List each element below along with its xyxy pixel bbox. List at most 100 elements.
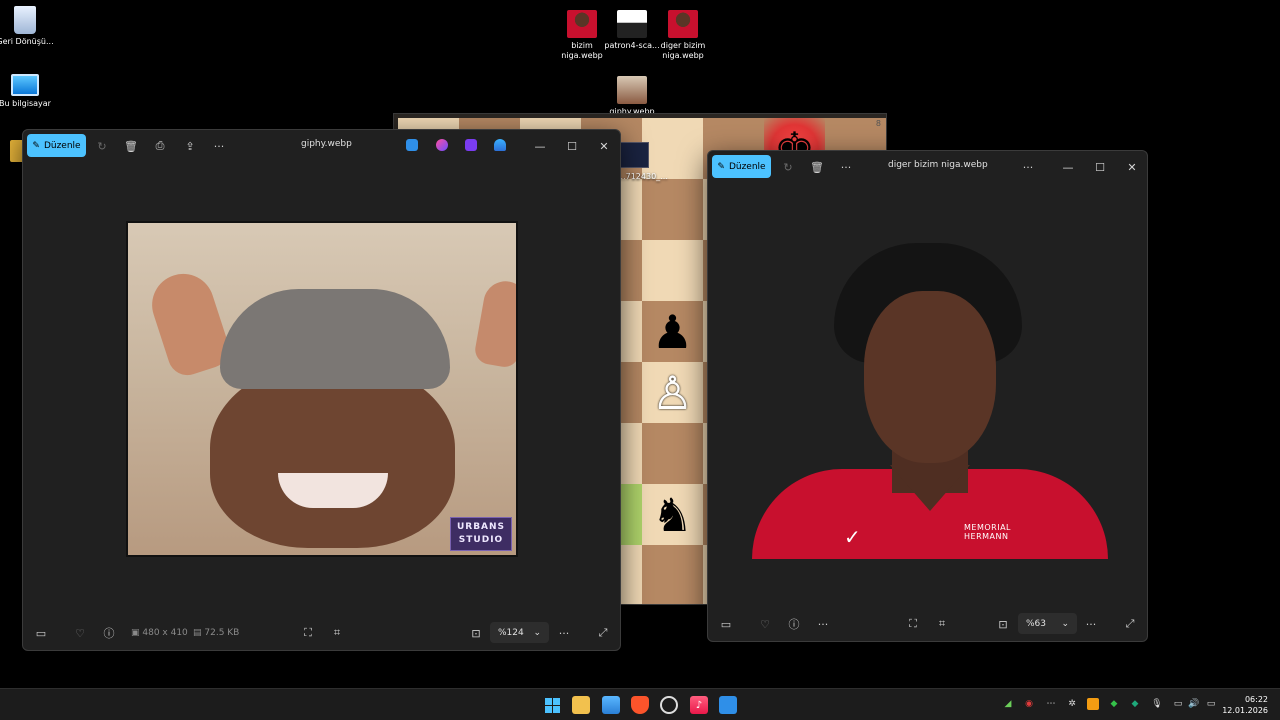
chess-square[interactable] (642, 423, 703, 484)
fit-to-window-icon[interactable]: ⊡ (468, 625, 484, 641)
edit-icon: ✎ (32, 140, 40, 151)
chess-square[interactable]: ♙ (642, 362, 703, 423)
fullscreen-icon[interactable]: ⤢ (1122, 616, 1138, 632)
title-bar[interactable]: ✎ Düzenle ↻ 🗑 ⎙ ⇪ ··· giphy.webp — ☐ ✕ (23, 130, 620, 162)
edit-icon: ✎ (717, 161, 725, 172)
visual-search-icon[interactable]: ⌗ (329, 625, 345, 641)
desktop-thumbnail-overlay[interactable] (617, 142, 649, 168)
onedrive-icon[interactable] (494, 139, 506, 151)
crop-icon[interactable]: ⛶ (300, 625, 316, 641)
chatgpt-icon[interactable] (660, 696, 678, 714)
computer-icon (11, 74, 39, 96)
chevron-down-icon: ⌄ (533, 627, 541, 638)
image-thumbnail-icon (617, 10, 647, 38)
tray-app-icon[interactable]: ✲ (1066, 698, 1078, 710)
zoom-dropdown[interactable]: %63 ⌄ (1018, 613, 1077, 634)
chess-square[interactable] (642, 240, 703, 301)
print-icon[interactable]: ⎙ (152, 138, 168, 154)
clock-time: 06:22 (1244, 695, 1268, 704)
minimize-button[interactable]: — (529, 136, 551, 156)
tray-app-icon[interactable]: ◉ (1023, 698, 1035, 710)
chess-square[interactable] (642, 118, 703, 179)
tray-app-icon[interactable]: ⋯ (1045, 698, 1057, 710)
clipchamp-icon[interactable] (465, 139, 477, 151)
image-thumbnail-icon (617, 76, 647, 104)
apple-music-icon[interactable]: ♪ (690, 696, 708, 714)
photos-app-icon[interactable] (602, 696, 620, 714)
file-size-icon: ▤ (193, 628, 205, 638)
black-knight-piece[interactable]: ♞ (652, 492, 693, 538)
image-thumbnail-icon (567, 10, 597, 38)
desktop-icon-giphy[interactable]: giphy.webp (600, 76, 664, 117)
close-button[interactable]: ✕ (593, 136, 615, 156)
chess-square[interactable]: ♞ (642, 484, 703, 545)
more-icon[interactable]: ··· (838, 159, 854, 175)
microphone-icon[interactable]: 🎙 (1151, 698, 1163, 710)
filmstrip-icon[interactable]: ▭ (718, 616, 734, 632)
crop-icon[interactable]: ⛶ (905, 616, 921, 632)
tray-app-icon[interactable]: ◆ (1129, 698, 1141, 710)
dimensions-icon: ▣ (131, 628, 143, 638)
desktop-icon-diger-bizim-niga[interactable]: diger bizim niga.webp (651, 10, 715, 61)
image-hand-right (472, 277, 516, 370)
chess-square[interactable] (642, 179, 703, 240)
more-icon[interactable]: ··· (815, 616, 831, 632)
edit-button[interactable]: ✎ Düzenle (27, 134, 86, 157)
edit-button[interactable]: ✎ Düzenle (712, 155, 771, 178)
battery-icon[interactable]: ▭ (1205, 698, 1217, 710)
tray-app-icon[interactable] (1087, 698, 1099, 710)
windows-logo-icon (544, 697, 560, 713)
more-icon[interactable]: ··· (1083, 616, 1099, 632)
share-icon[interactable]: ⇪ (182, 138, 198, 154)
rotate-icon[interactable]: ↻ (94, 138, 110, 154)
black-pawn-piece[interactable]: ♟ (652, 309, 693, 355)
info-icon[interactable]: ⓘ (786, 616, 802, 632)
visual-search-icon[interactable]: ⌗ (934, 616, 950, 632)
photos-window-diger[interactable]: ✎ Düzenle ↻ 🗑 ··· diger bizim niga.webp … (707, 150, 1148, 642)
delete-icon[interactable]: 🗑 (809, 159, 825, 175)
network-icon[interactable]: ▭ (1172, 698, 1184, 710)
fullscreen-icon[interactable]: ⤢ (595, 625, 611, 641)
tray-app-icon[interactable]: ◆ (1108, 698, 1120, 710)
portrait-image: ✓ MEMORIAL HERMANN (752, 243, 1108, 559)
edit-button-label: Düzenle (728, 161, 766, 172)
bottom-toolbar: ▭ ♡ ⓘ ··· ⛶ ⌗ ⊡ %63 ⌄ ··· ⤢ (708, 607, 1147, 641)
more-icon[interactable]: ··· (211, 138, 227, 154)
tray-app-icon[interactable]: ◢ (1002, 698, 1014, 710)
zoom-dropdown[interactable]: %124 ⌄ (490, 622, 549, 643)
edit-button-label: Düzenle (43, 140, 81, 151)
rotate-icon[interactable]: ↻ (780, 159, 796, 175)
volume-icon[interactable]: 🔊 (1188, 698, 1200, 710)
fit-to-window-icon[interactable]: ⊡ (995, 616, 1011, 632)
minimize-button[interactable]: — (1057, 157, 1079, 177)
image-face (210, 363, 455, 548)
favorite-heart-icon[interactable]: ♡ (72, 625, 88, 641)
info-icon[interactable]: ⓘ (101, 625, 117, 641)
photos-editor-icon[interactable] (406, 139, 418, 151)
filmstrip-icon[interactable]: ▭ (33, 625, 49, 641)
board-corner-label: 8 (875, 119, 881, 128)
file-size: ▤ 72.5 KB (193, 628, 239, 638)
start-button[interactable] (543, 696, 561, 714)
desktop-icon-label: ...712430_... (618, 172, 668, 181)
chess-square[interactable] (642, 545, 703, 604)
white-pawn-piece[interactable]: ♙ (652, 370, 693, 416)
favorite-heart-icon[interactable]: ♡ (757, 616, 773, 632)
close-button[interactable]: ✕ (1121, 157, 1143, 177)
photos-editor-icon[interactable] (719, 696, 737, 714)
desktop-icon-this-pc[interactable]: Bu bilgisayar (0, 74, 57, 109)
more-icon[interactable]: ··· (556, 625, 572, 641)
more-icon[interactable]: ··· (1020, 159, 1036, 175)
chess-square[interactable]: ♟ (642, 301, 703, 362)
file-explorer-icon[interactable] (572, 696, 590, 714)
maximize-button[interactable]: ☐ (561, 136, 583, 156)
brave-browser-icon[interactable] (631, 696, 649, 714)
maximize-button[interactable]: ☐ (1089, 157, 1111, 177)
desktop-icon-recycle-bin[interactable]: Geri Dönüşü... (0, 6, 57, 47)
delete-icon[interactable]: 🗑 (123, 138, 139, 154)
paint-icon[interactable] (436, 139, 448, 151)
image-dimensions-text: 480 x 410 (142, 628, 188, 638)
photos-window-giphy[interactable]: ✎ Düzenle ↻ 🗑 ⎙ ⇪ ··· giphy.webp — ☐ ✕ U… (22, 129, 621, 651)
clock[interactable]: 06:22 12.01.2026 (1222, 694, 1268, 716)
title-bar[interactable]: ✎ Düzenle ↻ 🗑 ··· diger bizim niga.webp … (708, 151, 1147, 183)
